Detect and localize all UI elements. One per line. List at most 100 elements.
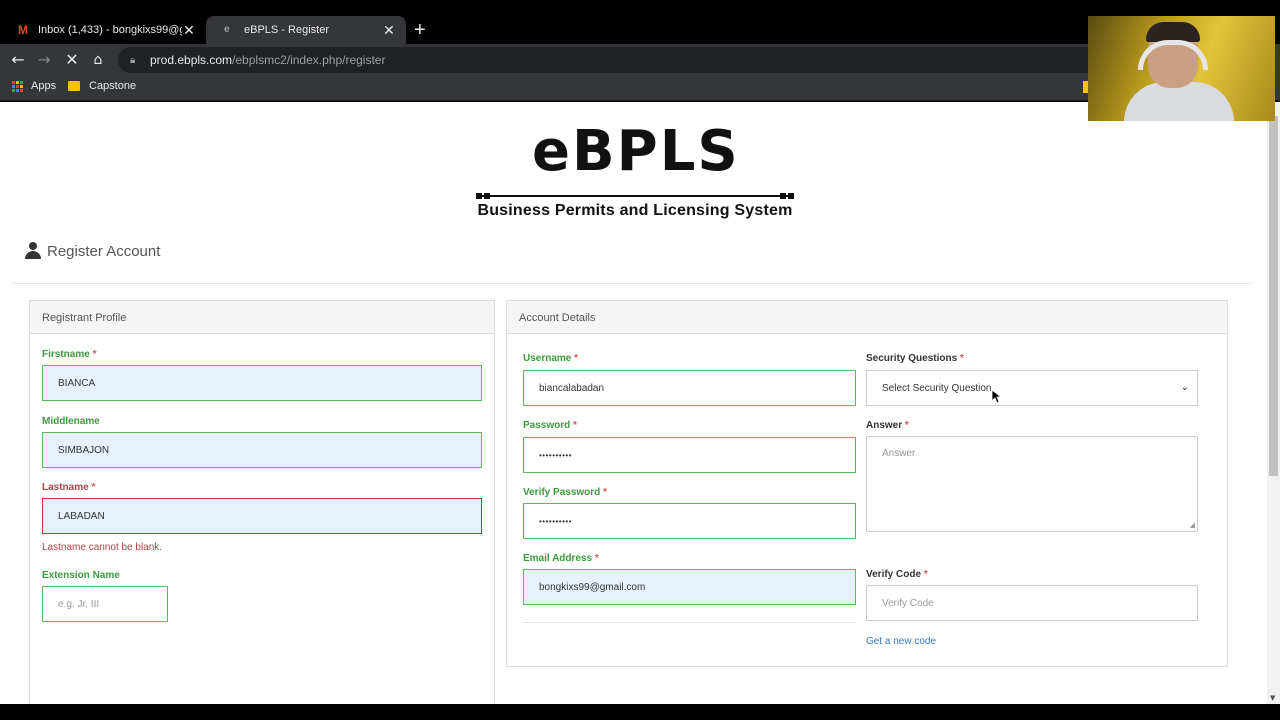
password-label: Password * [523,420,577,431]
bookmark-capstone[interactable]: Capstone [68,80,136,92]
page-header: Register Account [25,242,160,260]
input-placeholder: Verify Code [882,597,934,609]
tab-title: Inbox (1,433) - bongkixs99@gma [38,24,182,36]
security-question-select[interactable]: Select Security Question ⌄ [866,370,1198,406]
resize-handle-icon[interactable]: ◢ [1190,521,1195,529]
gmail-icon: M [18,23,28,37]
verify-code-label: Verify Code * [866,569,928,580]
tab-title: eBPLS - Register [244,24,329,36]
label-text: Verify Code [866,569,922,580]
required-marker: * [603,487,607,498]
webcam-overlay [1088,16,1275,121]
logo-dot [476,193,482,199]
panel-header: Account Details [507,301,1227,334]
bookmark-label: Apps [31,80,57,92]
label-text: Security Questions [866,353,958,364]
chevron-down-icon: ⌄ [1180,382,1189,393]
page-title: Register Account [47,242,161,260]
username-input[interactable]: biancalabadan [523,370,856,406]
firstname-label: Firstname * [42,349,96,360]
input-value: bongkixs99@gmail.com [539,581,646,593]
logo-text: eBPLS [532,119,740,184]
apps-grid-icon [12,80,23,92]
answer-textarea[interactable]: Answer ◢ [866,436,1198,532]
lastname-error: Lastname cannot be blank. [42,542,163,553]
url-path: /ebplsmc2/index.php/register [232,53,386,67]
user-icon [25,242,41,260]
divider [523,622,856,623]
logo-subtitle: Business Permits and Licensing System [477,202,793,219]
page-scrollbar[interactable]: ▲ ▼ [1267,102,1280,704]
input-placeholder: Answer [882,448,916,459]
bookmark-apps[interactable]: Apps [12,80,56,92]
folder-icon [68,81,80,91]
extension-name-label: Extension Name [42,570,120,581]
logo-circuit-line [476,195,794,197]
new-tab-button[interactable]: + [414,20,426,40]
logo-dot [788,193,794,199]
select-value: Select Security Question [882,382,992,394]
label-text: Answer [866,420,903,431]
firstname-input[interactable]: BIANCA [42,365,482,401]
scrollbar-thumb[interactable] [1269,116,1278,476]
ebpls-logo: eBPLS Business Permits and Licensing Sys… [470,116,800,219]
required-marker: * [904,420,909,431]
url-host: prod.ebpls.com [150,53,233,67]
label-text: Firstname [42,349,90,360]
logo-dot [780,193,786,199]
webcam-person-hair [1146,22,1200,42]
home-icon[interactable]: ⌂ [88,50,108,70]
label-text: Username [523,353,572,364]
forward-arrow-icon[interactable]: → [34,50,54,70]
lastname-input[interactable]: LABADAN [42,498,482,534]
address-bar[interactable]: 🔒︎ prod.ebpls.com/ebplsmc2/index.php/reg… [118,47,1118,73]
scroll-down-icon[interactable]: ▼ [1270,694,1275,702]
tab-ebpls[interactable]: e eBPLS - Register ✕ [206,16,406,44]
label-text: Lastname [42,482,89,493]
lastname-label: Lastname * [42,482,95,493]
screen-bottom-edge [0,704,1280,720]
label-text: Email Address [523,553,593,564]
middlename-input[interactable]: SIMBAJON [42,432,482,468]
logo-dot [484,193,490,199]
verify-code-input[interactable]: Verify Code [866,585,1198,621]
verify-password-input[interactable]: •••••••••• [523,503,856,539]
label-text: Password [523,420,571,431]
back-arrow-icon[interactable]: ← [8,50,28,70]
lock-icon: 🔒︎ [130,54,136,66]
panel-header: Registrant Profile [30,301,494,334]
security-question-label: Security Questions * [866,353,964,364]
stop-loading-icon[interactable]: ✕ [62,50,82,70]
webcam-person-shirt [1124,82,1234,121]
required-marker: * [923,569,928,580]
input-value: •••••••••• [539,516,573,526]
input-value: BIANCA [58,377,96,389]
required-marker: * [91,482,96,493]
input-value: biancalabadan [539,382,605,394]
bookmark-label: Capstone [89,80,137,92]
input-value: LABADAN [58,510,105,522]
input-placeholder: e.g. Jr, III [58,598,100,610]
get-new-code-link[interactable]: Get a new code [866,636,936,647]
required-marker: * [573,420,577,431]
username-label: Username * [523,353,578,364]
extension-name-input[interactable]: e.g. Jr, III [42,586,168,622]
email-input[interactable]: bongkixs99@gmail.com [523,569,856,605]
input-value: SIMBAJON [58,444,110,456]
ebpls-favicon: e [224,24,230,35]
close-tab-icon[interactable]: ✕ [182,22,196,39]
required-marker: * [574,353,579,364]
tab-gmail[interactable]: M Inbox (1,433) - bongkixs99@gma ✕ [0,16,206,44]
divider [13,283,1253,284]
verify-password-label: Verify Password * [523,487,607,498]
required-marker: * [959,353,964,364]
middlename-label: Middlename [42,416,100,427]
close-tab-icon[interactable]: ✕ [382,22,396,39]
answer-label: Answer * [866,420,909,431]
required-marker: * [92,349,97,360]
page-content: eBPLS Business Permits and Licensing Sys… [0,102,1267,704]
email-label: Email Address * [523,553,599,564]
password-input[interactable]: •••••••••• [523,437,856,473]
mouse-cursor-icon [992,390,1002,404]
input-value: •••••••••• [539,450,573,460]
